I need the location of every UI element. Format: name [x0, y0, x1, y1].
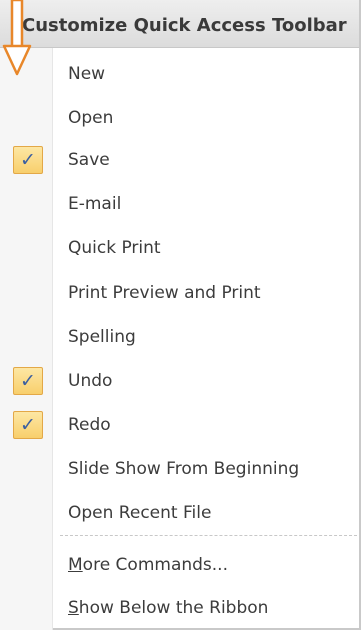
label-rest: ore Commands...: [82, 555, 228, 575]
menu-title: Customize Quick Access Toolbar: [22, 15, 347, 36]
checkmark-icon: ✓: [13, 411, 43, 439]
menu-item-open-recent[interactable]: Open Recent File: [0, 493, 359, 533]
menu-item-label: Redo: [68, 415, 111, 435]
menu-item-label: New: [68, 64, 106, 84]
menu-separator: [60, 535, 357, 536]
menu-item-spelling[interactable]: Spelling: [0, 317, 359, 357]
checkmark-icon: ✓: [13, 146, 43, 174]
menu-item-more-commands[interactable]: More Commands...: [0, 545, 359, 585]
menu-item-new[interactable]: New: [0, 54, 359, 94]
menu-item-quick-print[interactable]: Quick Print: [0, 228, 359, 268]
menu-item-undo[interactable]: ✓ Undo: [0, 361, 359, 401]
menu-item-save[interactable]: ✓ Save: [0, 140, 359, 180]
menu-item-label: Undo: [68, 371, 113, 391]
menu-item-label: Save: [68, 150, 110, 170]
access-key: M: [68, 555, 83, 575]
menu-item-label: Open: [68, 108, 114, 128]
menu-item-label: E-mail: [68, 194, 122, 214]
menu-item-label: Print Preview and Print: [68, 283, 261, 303]
menu-header: Customize Quick Access Toolbar: [0, 0, 359, 48]
menu-item-slide-show[interactable]: Slide Show From Beginning: [0, 449, 359, 489]
menu-item-label: Show Below the Ribbon: [68, 588, 268, 628]
access-key: S: [68, 598, 79, 618]
menu-item-label: More Commands...: [68, 545, 228, 585]
customize-qat-menu: Customize Quick Access Toolbar New Open …: [0, 0, 361, 630]
menu-item-label: Slide Show From Beginning: [68, 459, 300, 479]
menu-item-print-preview[interactable]: Print Preview and Print: [0, 273, 359, 313]
menu-item-open[interactable]: Open: [0, 98, 359, 138]
label-rest: how Below the Ribbon: [78, 598, 269, 618]
menu-item-email[interactable]: E-mail: [0, 184, 359, 224]
checkmark-icon: ✓: [13, 367, 43, 395]
menu-item-redo[interactable]: ✓ Redo: [0, 405, 359, 445]
menu-item-show-below-ribbon[interactable]: Show Below the Ribbon: [0, 588, 359, 628]
menu-item-label: Open Recent File: [68, 503, 212, 523]
menu-item-label: Spelling: [68, 327, 136, 347]
menu-item-label: Quick Print: [68, 238, 161, 258]
